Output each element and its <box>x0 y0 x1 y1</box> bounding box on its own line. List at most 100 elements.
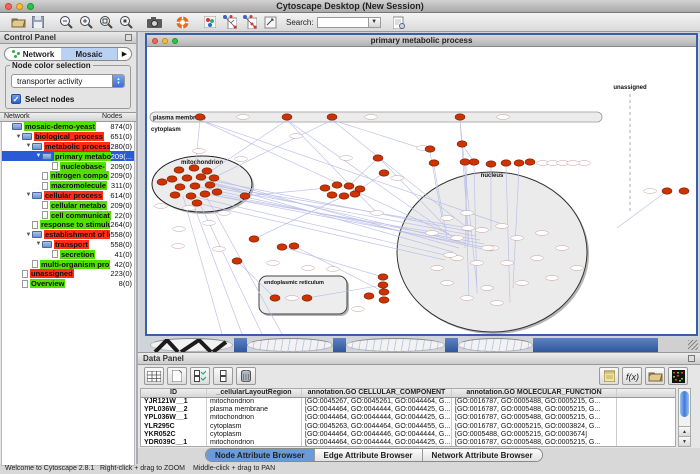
matrix-icon[interactable] <box>668 367 688 385</box>
network-node[interactable] <box>455 114 465 120</box>
network-node[interactable] <box>425 146 435 152</box>
tree-expand-icon[interactable]: ▼ <box>25 192 32 198</box>
background-window-preview[interactable] <box>150 338 233 352</box>
network-node[interactable] <box>350 191 360 197</box>
network-node[interactable] <box>327 114 337 120</box>
select-nodes-checkbox[interactable]: ✓ <box>11 94 21 104</box>
network-node[interactable] <box>379 170 389 176</box>
tree-row[interactable]: ▼transport558(0) <box>2 240 134 250</box>
network-node[interactable] <box>175 184 185 190</box>
network-node[interactable] <box>379 297 389 303</box>
network-node[interactable] <box>195 114 205 120</box>
network-node[interactable] <box>190 183 200 189</box>
new-attribute-icon[interactable] <box>167 367 187 385</box>
tab-edge-attribute-browser[interactable]: Edge Attribute Browser <box>315 449 423 461</box>
network-merge-icon[interactable] <box>220 14 240 31</box>
network-node[interactable] <box>189 165 199 171</box>
float-panel-icon[interactable] <box>125 34 132 41</box>
network-view-titlebar[interactable]: primary metabolic process <box>147 35 696 47</box>
background-window-border[interactable] <box>333 338 346 352</box>
column-header[interactable]: annotation.GO CELLULAR_COMPONENT <box>302 389 452 397</box>
network-node[interactable] <box>282 114 292 120</box>
network-node[interactable] <box>212 189 222 195</box>
network-node[interactable] <box>196 174 206 180</box>
search-dropdown-button[interactable]: ▼ <box>369 17 381 28</box>
network-edge[interactable] <box>245 188 327 196</box>
tree-row[interactable]: nucleobase-209(0) <box>2 161 134 171</box>
column-header[interactable]: ID <box>141 389 207 397</box>
network-node[interactable] <box>249 236 259 242</box>
search-input[interactable] <box>317 17 369 28</box>
network-node[interactable] <box>364 293 374 299</box>
network-node[interactable] <box>192 200 202 206</box>
network-node[interactable] <box>270 295 280 301</box>
tree-row[interactable]: secretion41(0) <box>2 249 134 259</box>
network-node[interactable] <box>378 274 388 280</box>
network-node[interactable] <box>209 175 219 181</box>
network-node[interactable] <box>186 193 196 199</box>
network-node[interactable] <box>302 295 312 301</box>
network-node[interactable] <box>379 289 389 295</box>
zoom-in-icon[interactable] <box>76 14 96 31</box>
network-node[interactable] <box>277 244 287 250</box>
network-node[interactable] <box>232 258 242 264</box>
network-edge[interactable] <box>282 247 383 277</box>
tree-row[interactable]: response to stimulu264(0) <box>2 220 134 230</box>
tree-row[interactable]: mosaic-demo-yeast874(0) <box>2 122 134 132</box>
scroll-up-icon[interactable]: ▲ <box>679 426 690 436</box>
scroll-down-icon[interactable]: ▼ <box>679 436 690 446</box>
unselect-attributes-icon[interactable] <box>213 367 233 385</box>
network-node[interactable] <box>486 161 496 167</box>
tree-row[interactable]: cell communicat22(0) <box>2 210 134 220</box>
tree-row[interactable]: unassigned223(0) <box>2 269 134 279</box>
network-node[interactable] <box>332 182 342 188</box>
help-icon[interactable] <box>172 14 192 31</box>
tree-row[interactable]: ▼metabolic process280(0) <box>2 142 134 152</box>
network-node[interactable] <box>182 175 192 181</box>
network-node[interactable] <box>662 188 672 194</box>
network-node[interactable] <box>344 183 354 189</box>
background-window-preview[interactable] <box>247 338 333 352</box>
network-node[interactable] <box>378 282 388 288</box>
save-icon[interactable] <box>28 14 48 31</box>
tree-row[interactable]: nitrogen compo209(0) <box>2 171 134 181</box>
tree-row[interactable]: ▼cellular process614(0) <box>2 191 134 201</box>
tree-expand-icon[interactable]: ▼ <box>25 143 32 149</box>
tree-expand-icon[interactable]: ▼ <box>15 134 22 140</box>
scrollbar-thumb[interactable] <box>680 391 689 417</box>
tree-row[interactable]: Overview8(0) <box>2 279 134 289</box>
attribute-table[interactable]: ID_cellularLayoutRegionannotation.GO CEL… <box>140 388 676 447</box>
plugin-colors-icon[interactable] <box>200 14 220 31</box>
network-node[interactable] <box>240 193 250 199</box>
tree-row[interactable]: ▼biological_process651(0) <box>2 132 134 142</box>
table-row[interactable]: YDR039C__1mitochondrion[GO:0044464, GO:0… <box>141 439 675 447</box>
tab-overflow-button[interactable]: ▶ <box>117 48 131 60</box>
background-window-border[interactable] <box>533 338 658 352</box>
network-canvas[interactable]: plasma membranecytoplasmunassignedmitoch… <box>147 48 696 334</box>
tab-network-attribute-browser[interactable]: Network Attribute Browser <box>423 449 542 461</box>
network-node[interactable] <box>327 192 337 198</box>
float-data-panel-icon[interactable] <box>688 355 695 362</box>
background-window-preview[interactable] <box>458 338 533 352</box>
tree-expand-icon[interactable]: ▼ <box>35 241 42 247</box>
network-edge[interactable] <box>211 120 332 179</box>
network-overlay-icon[interactable] <box>240 14 260 31</box>
table-row[interactable]: YPL036W__1mitochondrion[GO:0044464, GO:0… <box>141 414 675 422</box>
background-window-border[interactable] <box>234 338 247 352</box>
notepad-icon[interactable] <box>599 367 619 385</box>
annotation-icon[interactable] <box>389 14 409 31</box>
tree-expand-icon[interactable]: ▼ <box>35 153 42 159</box>
network-node[interactable] <box>373 155 383 161</box>
network-node[interactable] <box>339 193 349 199</box>
tree-row[interactable]: ▼primary metabo209(... <box>2 151 134 161</box>
network-node[interactable] <box>289 243 299 249</box>
zoom-out-icon[interactable] <box>56 14 76 31</box>
attribute-table-icon[interactable] <box>144 367 164 385</box>
tree-col-nodes[interactable]: Nodes <box>102 113 136 121</box>
delete-attribute-icon[interactable] <box>236 367 256 385</box>
tree-row[interactable]: multi-organism pro42(0) <box>2 259 134 269</box>
zoom-selected-icon[interactable] <box>96 14 116 31</box>
nucleus-region[interactable] <box>397 172 587 332</box>
function-builder-icon[interactable]: f(x) <box>622 367 642 385</box>
network-edge[interactable] <box>332 120 430 151</box>
